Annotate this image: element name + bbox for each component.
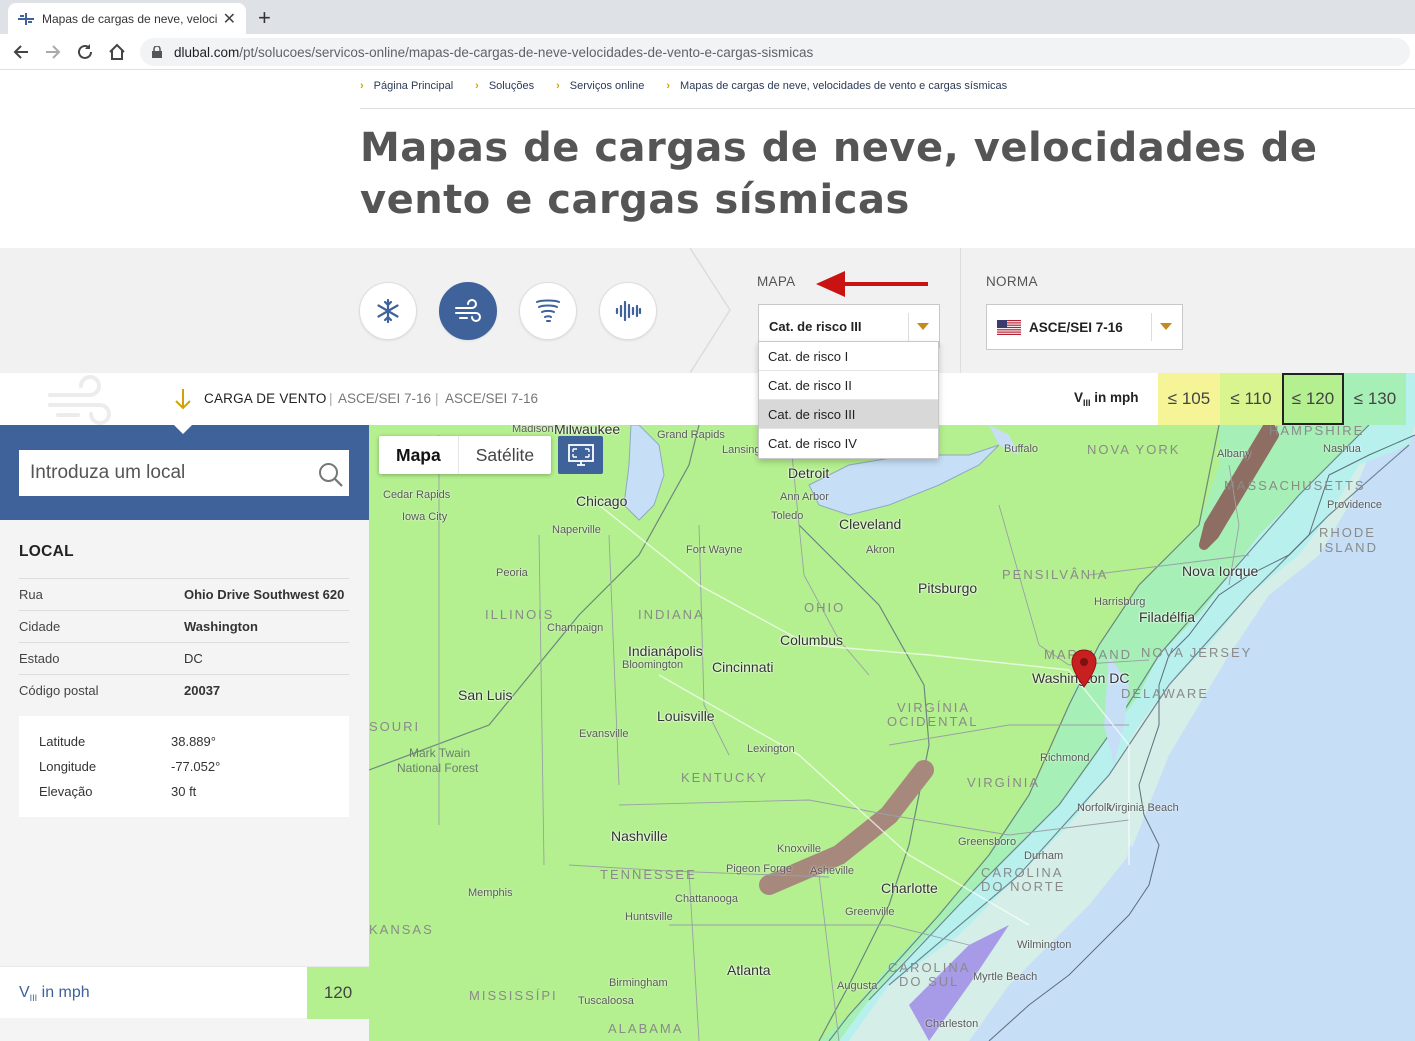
legend-item-current: ≤ 120 [1282, 373, 1344, 425]
result-bar: VIII in mph 120 [0, 966, 369, 1019]
norm-select[interactable]: ASCE/SEI 7-16 [986, 304, 1183, 350]
chevron-right-icon: › [556, 80, 560, 92]
breadcrumb: › Página Principal › Soluções › Serviços on… [360, 80, 1029, 92]
back-icon[interactable] [9, 40, 33, 64]
norm-tag: ASCE/SEI 7-16 [338, 391, 432, 406]
option-risk-cat-1[interactable]: Cat. de risco I [759, 342, 938, 371]
address-row-state: Estado DC [19, 642, 349, 674]
page-title: Mapas de cargas de neve, velocidades de … [360, 125, 1318, 223]
result-value: 120 [307, 967, 369, 1019]
wind-load-button[interactable] [439, 282, 497, 340]
address-row-street: Rua Ohio Drive Southwest 620 [19, 578, 349, 610]
location-pin-icon [1071, 649, 1097, 688]
chevron-right-icon: › [475, 80, 479, 92]
map-select-dropdown: Cat. de risco I Cat. de risco II Cat. de… [758, 341, 939, 459]
reload-icon[interactable] [73, 40, 97, 64]
coord-latitude: Latitude 38.889° [39, 734, 216, 749]
result-label: VIII in mph [19, 984, 90, 1003]
location-heading: LOCAL [19, 543, 74, 560]
search-icon[interactable] [318, 462, 344, 488]
map-type-satellite-button[interactable]: Satélite [459, 436, 551, 474]
browser-toolbar: dlubal.com/pt/solucoes/servicos-online/m… [0, 34, 1415, 70]
map-type-map-button[interactable]: Mapa [379, 436, 458, 474]
chevron-right-icon: › [666, 80, 671, 92]
legend-item: ≤ 110 [1220, 373, 1282, 425]
fullscreen-button[interactable] [558, 436, 603, 474]
red-arrow-annotation [816, 271, 928, 297]
snow-load-button[interactable] [359, 282, 417, 340]
lock-icon [152, 45, 162, 58]
location-search-input[interactable] [19, 450, 349, 496]
option-risk-cat-3[interactable]: Cat. de risco III [759, 400, 938, 429]
browser-tab-bar: Mapas de cargas de neve, velocid ✕ + [0, 0, 1415, 34]
wind-map[interactable]: Mapa Satélite NOVA YORK MASSACHUSETTS RH… [369, 425, 1415, 1041]
chevron-right-icon: › [360, 80, 364, 92]
legend-unit: VIII in mph [1074, 390, 1139, 408]
norm-tag: ASCE/SEI 7-16 [445, 391, 539, 406]
wind-load-label: CARGA DE VENTO [204, 391, 327, 406]
site-favicon [18, 12, 34, 25]
wind-icon [455, 299, 481, 322]
breadcrumb-item-home[interactable]: › Página Principal [360, 80, 453, 92]
address-row-zip: Código postal 20037 [19, 674, 349, 706]
breadcrumb-item-online-services[interactable]: › Serviços online [556, 80, 644, 92]
coord-longitude: Longitude -77.052° [39, 759, 221, 774]
new-tab-icon[interactable]: + [258, 5, 271, 31]
seismic-load-button[interactable] [599, 282, 657, 340]
seismic-wave-icon [615, 300, 642, 322]
coord-elevation: Elevação 30 ft [39, 784, 197, 799]
home-icon[interactable] [105, 40, 129, 64]
map-label: MAPA [757, 274, 796, 289]
legend-item: ≤ 105 [1158, 373, 1220, 425]
arrow-down-icon [175, 389, 191, 410]
step-chevron [690, 248, 731, 373]
coordinates-box: Latitude 38.889° Longitude -77.052° Elevaç… [19, 716, 349, 817]
address-bar[interactable]: dlubal.com/pt/solucoes/servicos-online/m… [140, 38, 1410, 66]
snowflake-icon [377, 298, 399, 324]
chevron-down-icon [1160, 323, 1172, 330]
legend-item: ≤ 130 [1344, 373, 1406, 425]
tornado-load-button[interactable] [519, 282, 577, 340]
fullscreen-icon [567, 444, 594, 466]
url-path: /pt/solucoes/servicos-online/mapas-de-ca… [239, 44, 814, 60]
forward-icon[interactable] [41, 40, 65, 64]
address-row-city: Cidade Washington [19, 610, 349, 642]
location-sidebar: LOCAL RuaOhio Drive Southwest 620 Cidade… [0, 425, 369, 1041]
search-panel [0, 425, 369, 520]
option-risk-cat-2[interactable]: Cat. de risco II [759, 371, 938, 400]
norm-label: NORMA [986, 274, 1038, 289]
close-tab-icon[interactable]: ✕ [223, 9, 236, 29]
divider [360, 108, 1415, 109]
tornado-icon [536, 299, 560, 322]
tab-title: Mapas de cargas de neve, velocid [42, 11, 217, 26]
us-flag-icon [997, 319, 1021, 335]
breadcrumb-item-current[interactable]: › Mapas de cargas de neve, velocidades de… [666, 80, 1007, 92]
breadcrumb-item-solutions[interactable]: › Soluções [475, 80, 534, 92]
chevron-down-icon [917, 323, 929, 330]
browser-tab[interactable]: Mapas de cargas de neve, velocid ✕ [8, 3, 246, 34]
option-risk-cat-4[interactable]: Cat. de risco IV [759, 429, 938, 458]
url-host: dlubal.com [174, 44, 240, 60]
map-type-toggle: Mapa Satélite [379, 436, 552, 474]
wind-watermark-icon [48, 375, 111, 425]
